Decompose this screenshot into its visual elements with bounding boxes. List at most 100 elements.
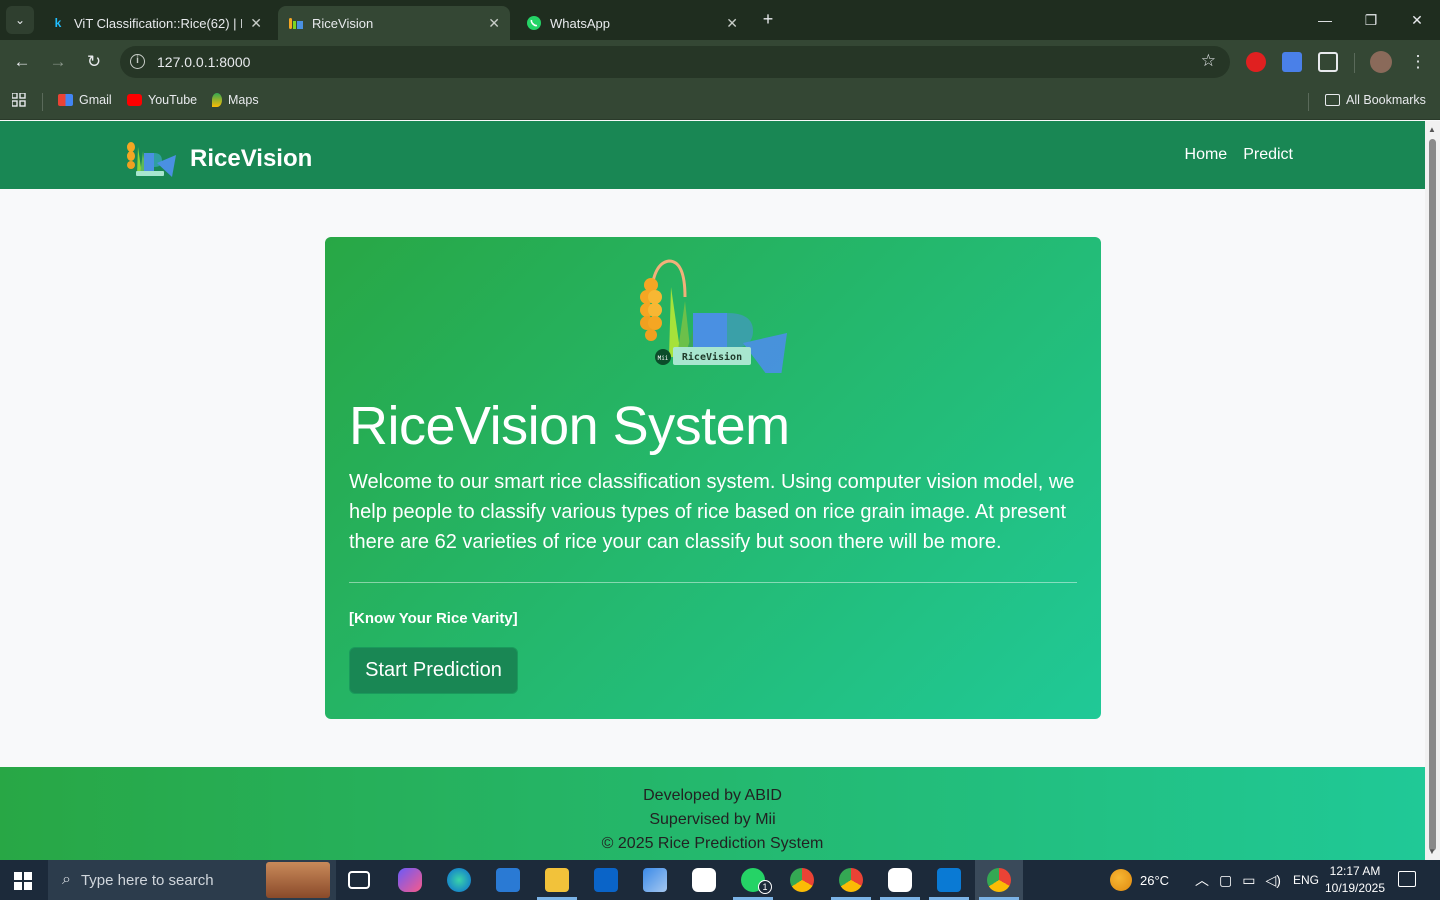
apps-grid-icon[interactable] [12,93,26,107]
edge-icon[interactable] [447,868,471,892]
bookmarks-divider [1308,93,1309,111]
clock-time: 12:17 AM [1329,864,1381,878]
all-bookmarks-label: All Bookmarks [1346,93,1426,107]
hero-jumbotron: Mii RiceVision RiceVision System Welcome… [325,237,1101,719]
chrome-active-icon[interactable] [987,868,1011,892]
bookmark-youtube[interactable]: YouTube [127,93,197,107]
restore-icon[interactable]: ❐ [1356,8,1386,32]
tab-ricevision[interactable]: RiceVision ✕ [278,6,510,40]
network-icon[interactable]: ▭ [1242,872,1255,889]
hero-divider [349,582,1077,583]
hero-lead-text: Welcome to our smart rice classification… [349,471,1075,553]
taskbar-search-placeholder: Type here to search [80,871,214,889]
back-arrow-icon[interactable]: ← [10,50,34,74]
copilot-icon[interactable] [398,868,422,892]
task-view-icon[interactable] [348,871,370,889]
tab-kaggle[interactable]: k ViT Classification::Rice(62) | Kag ✕ [40,6,272,40]
tab-title: ViT Classification::Rice(62) | Kag [74,15,242,31]
tab-close-icon[interactable]: ✕ [250,15,262,32]
ricevision-favicon-icon [288,15,304,31]
taskbar-clock[interactable]: 12:17 AM 10/19/2025 [1318,863,1392,897]
page-viewport: RiceVision Home Predict Mii RiceVision R… [0,121,1425,860]
file-explorer-icon[interactable] [545,868,569,892]
outlook-icon[interactable] [594,868,618,892]
whatsapp-icon [526,15,542,31]
scrollbar-thumb[interactable] [1429,139,1436,851]
folder-icon [1325,94,1340,106]
footer-developed: Developed by ABID [643,787,782,804]
site-info-icon[interactable]: i [130,54,145,69]
bookmark-label: Gmail [79,93,112,107]
page-scrollbar[interactable]: ▲ ▼ [1425,121,1440,860]
adblock-extension-icon[interactable] [1246,52,1266,72]
minimize-icon[interactable]: — [1310,8,1340,32]
bookmarks-divider [42,93,43,111]
kaggle-icon: k [54,16,62,30]
ricevision-logo-icon: Mii RiceVision [640,259,787,391]
chrome-profile-icon[interactable] [839,868,863,892]
search-icon: ⌕ [62,871,71,888]
hero-logo: Mii RiceVision [635,257,791,391]
taskbar-search-box[interactable]: ⌕ Type here to search [48,860,336,900]
capcut-2-icon[interactable] [888,868,912,892]
scroll-up-icon[interactable]: ▲ [1428,125,1436,134]
bookmark-gmail[interactable]: Gmail [58,93,112,107]
bookmark-star-icon[interactable]: ☆ [1201,51,1216,71]
translate-extension-icon[interactable] [1282,52,1302,72]
browser-toolbar: ← → ↻ i 127.0.0.1:8000 ☆ ⋮ [0,40,1440,84]
nav-link-home[interactable]: Home [1185,146,1228,164]
tab-close-icon[interactable]: ✕ [726,15,738,32]
tab-search-chevron-icon[interactable]: ⌄ [6,6,34,34]
tab-title: RiceVision [312,15,374,31]
address-bar[interactable]: i 127.0.0.1:8000 ☆ [120,46,1230,78]
notification-center-icon[interactable] [1398,871,1416,887]
scroll-down-icon[interactable]: ▼ [1428,847,1436,856]
extensions-puzzle-icon[interactable] [1318,52,1338,72]
whatsapp-badge: 1 [758,880,772,894]
weather-temp: 26°C [1140,872,1170,888]
chrome-icon[interactable] [790,868,814,892]
nav-link-predict[interactable]: Predict [1243,146,1293,164]
weather-widget[interactable]: 26°C [1110,860,1169,900]
clock-date: 10/19/2025 [1324,881,1386,895]
capcut-icon[interactable] [692,868,716,892]
system-tray: ︿ ▢ ▭ ◁) [1195,860,1281,900]
site-footer: Developed by ABID Supervised by Mii © 20… [0,767,1425,860]
volume-icon[interactable]: ◁) [1265,872,1280,889]
weather-icon [1110,869,1132,891]
vscode-icon[interactable] [937,868,961,892]
kebab-menu-icon[interactable]: ⋮ [1406,50,1430,74]
start-prediction-button[interactable]: Start Prediction [349,647,518,694]
tray-meet-icon[interactable]: ▢ [1219,872,1232,889]
forward-arrow-icon[interactable]: → [46,50,70,74]
close-window-icon[interactable]: ✕ [1402,8,1432,32]
logo-mark-text: Mii [658,355,669,362]
all-bookmarks[interactable]: All Bookmarks [1325,93,1426,107]
windows-start-icon[interactable] [14,872,32,890]
bookmark-label: YouTube [148,93,198,107]
language-indicator[interactable]: ENG [1293,860,1319,900]
footer-supervised: Supervised by Mii [649,811,776,828]
hero-title: RiceVision System [349,396,790,456]
profile-avatar[interactable] [1370,51,1392,73]
site-navbar: RiceVision Home Predict [0,121,1425,189]
bookmark-label: Maps [228,93,259,107]
search-highlight-image [266,862,330,898]
brand-name: RiceVision [190,144,313,172]
tab-whatsapp[interactable]: WhatsApp ✕ [516,6,748,40]
microsoft-store-icon[interactable] [496,868,520,892]
tab-title: WhatsApp [550,15,610,31]
bookmark-maps[interactable]: Maps [212,93,259,107]
laptop-app-icon[interactable] [643,868,667,892]
bookmarks-bar: Gmail YouTube Maps All Bookmarks [0,84,1440,120]
new-tab-plus-icon[interactable]: + [758,10,778,30]
tray-chevron-up-icon[interactable]: ︿ [1195,870,1209,890]
reload-icon[interactable]: ↻ [82,50,106,74]
tab-close-icon[interactable]: ✕ [488,15,500,32]
ricevision-logo-icon [124,135,178,182]
youtube-icon [127,94,142,106]
url-text: 127.0.0.1:8000 [157,54,251,70]
gmail-icon [58,94,73,106]
navbar-brand[interactable]: RiceVision [124,135,312,182]
hero-tagline: [Know Your Rice Varity] [349,610,518,627]
